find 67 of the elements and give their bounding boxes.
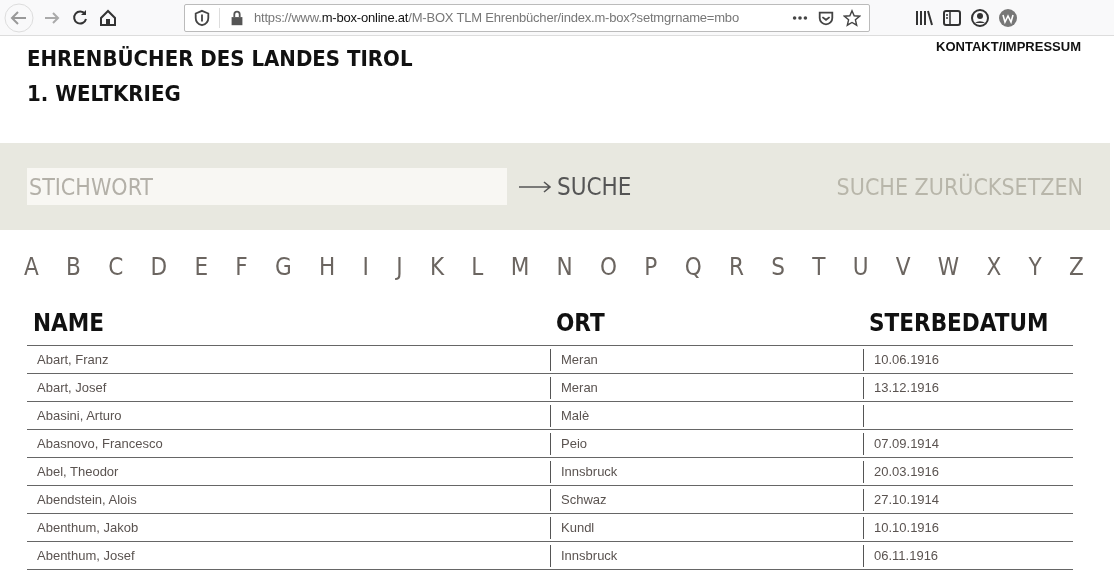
letter-link[interactable]: K [429, 252, 445, 281]
extension-icon[interactable] [998, 7, 1018, 28]
table-cell: 10.10.1916 [874, 520, 940, 535]
address-bar[interactable]: https://www.m-box-online.at/M-BOX TLM Ehrenbücher/index.m-box?setmgrname=mbo [184, 3, 870, 32]
letter-link[interactable]: R [728, 252, 744, 281]
search-button[interactable]: SUCHE [519, 172, 632, 201]
home-icon[interactable] [98, 7, 118, 28]
sidebar-icon[interactable] [942, 7, 962, 28]
letter-link[interactable]: G [275, 252, 292, 281]
table-cell: Abendstein, Alois [37, 492, 137, 507]
back-icon[interactable] [4, 2, 34, 33]
table-cell: Malè [561, 408, 590, 423]
letter-link[interactable]: P [644, 252, 658, 281]
column-header: STERBEDATUM [868, 309, 1050, 337]
table-cell: Meran [561, 380, 598, 395]
table-cell: Meran [561, 352, 598, 367]
letter-link[interactable]: Q [684, 252, 702, 281]
letter-link[interactable]: U [852, 252, 869, 281]
column-header: ORT [555, 309, 606, 337]
letter-link[interactable]: B [66, 252, 81, 281]
table-cell: 06.11.1916 [874, 548, 939, 563]
letter-link[interactable]: N [556, 252, 573, 281]
letter-link[interactable]: T [812, 252, 826, 281]
letter-link[interactable]: O [600, 252, 618, 281]
letter-link[interactable]: S [771, 252, 785, 281]
column-header: NAME [32, 309, 106, 337]
table-cell: Schwaz [561, 492, 607, 507]
table-cell: 07.09.1914 [874, 436, 940, 451]
table-cell: 27.10.1914 [874, 492, 940, 507]
letter-link[interactable]: W [937, 252, 960, 281]
letter-link[interactable]: H [319, 252, 336, 281]
table-cell: Innsbruck [561, 464, 618, 479]
table-cell: Abel, Theodor [37, 464, 119, 479]
table-cell: Abasnovo, Francesco [37, 436, 163, 451]
table-cell: 13.12.1916 [874, 380, 940, 395]
table-cell: Innsbruck [561, 548, 618, 563]
letter-link[interactable]: Z [1069, 252, 1084, 281]
arrow-icon [519, 179, 553, 194]
table-cell: Abenthum, Josef [37, 548, 135, 563]
table-cell: Abart, Franz [37, 352, 109, 367]
letter-link[interactable]: X [986, 252, 1002, 281]
contact-link[interactable]: KONTAKT/IMPRESSUM [936, 39, 1081, 54]
table-cell: Peio [561, 436, 588, 451]
letter-link[interactable]: F [235, 252, 248, 281]
table-cell: 10.06.1916 [874, 352, 940, 367]
letter-link[interactable]: L [471, 252, 484, 281]
letter-link[interactable]: M [510, 252, 530, 281]
page-title: 1. WELTKRIEG [27, 80, 182, 108]
table-cell: Abart, Josef [37, 380, 107, 395]
search-field[interactable]: STICHWORT [27, 168, 507, 205]
letter-link[interactable]: D [150, 252, 168, 281]
letter-link[interactable]: C [108, 252, 124, 281]
letter-link[interactable]: A [24, 252, 39, 281]
table-cell: Kundl [561, 520, 595, 535]
letter-link[interactable]: Y [1028, 252, 1042, 281]
letter-link[interactable]: I [362, 252, 369, 281]
table-cell: Abasini, Arturo [37, 408, 122, 423]
url-text: https://www.m-box-online.at/M-BOX TLM Ehrenbücher/index.m-box?setmgrname=mbo [254, 10, 740, 25]
letter-link[interactable]: J [396, 252, 403, 281]
star-icon[interactable] [843, 8, 861, 27]
letter-link[interactable]: V [895, 252, 911, 281]
letter-link[interactable]: E [194, 252, 209, 281]
page-title: EHRENBÜCHER DES LANDES TIROL [27, 45, 413, 73]
account-icon[interactable] [970, 7, 990, 28]
table-cell: Abenthum, Jakob [37, 520, 139, 535]
shield-icon [193, 8, 211, 27]
table-cell: 20.03.1916 [874, 464, 940, 479]
